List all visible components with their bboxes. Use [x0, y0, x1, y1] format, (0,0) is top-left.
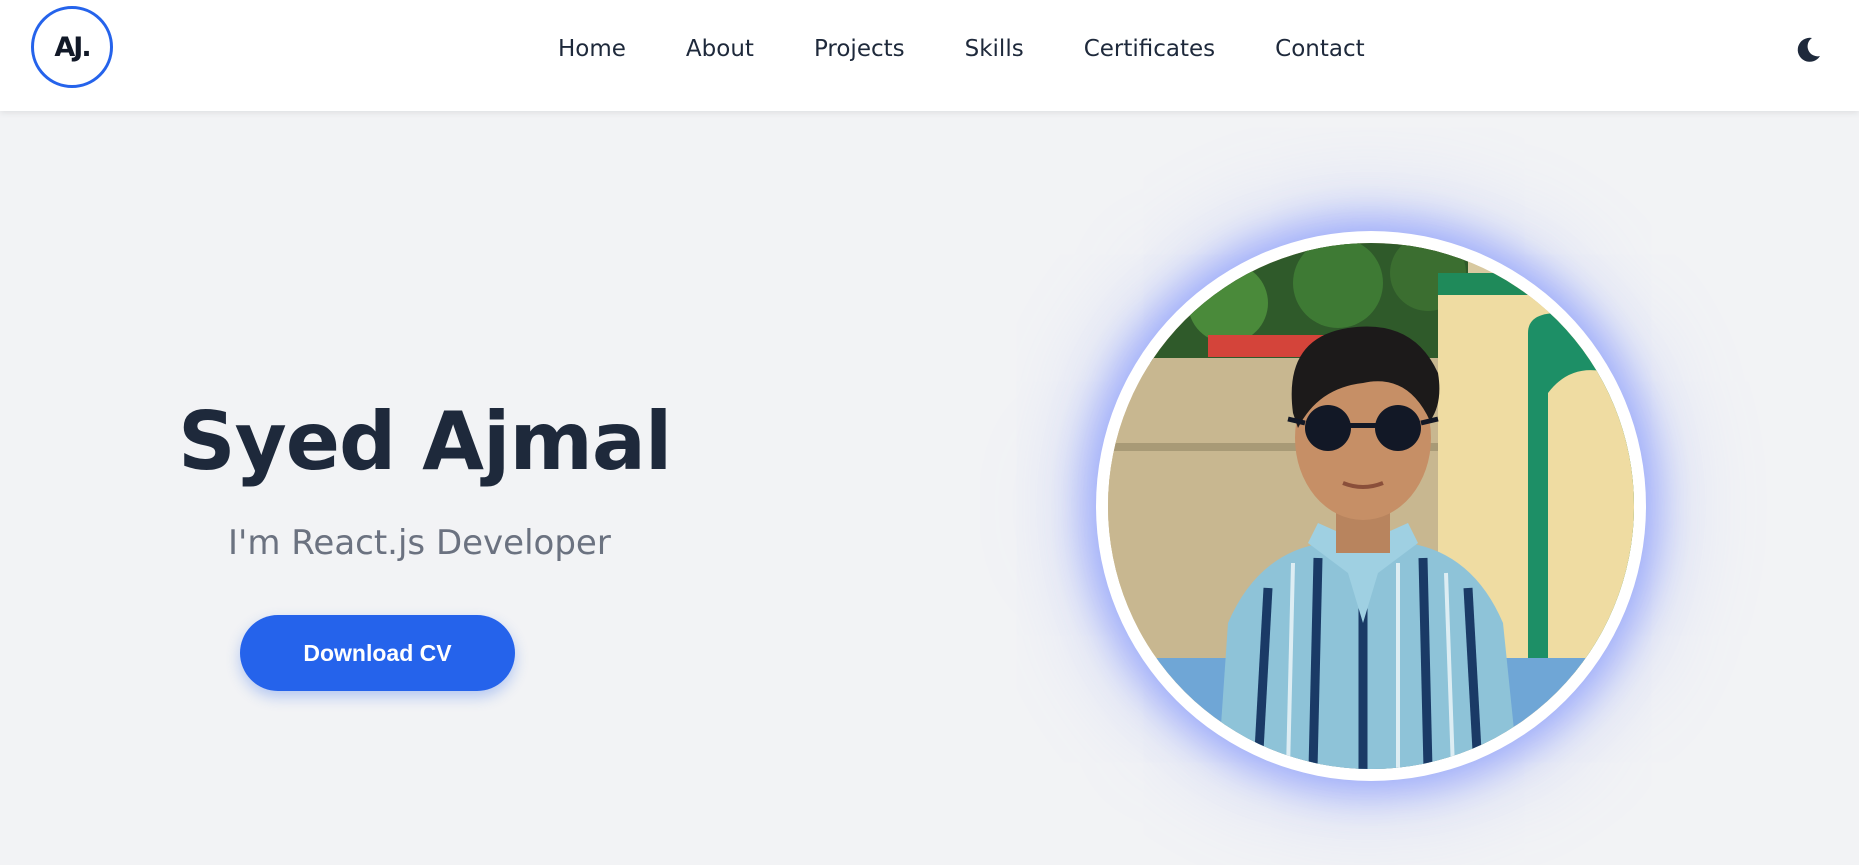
profile-photo [1108, 243, 1634, 769]
download-cv-button[interactable]: Download CV [240, 615, 515, 691]
nav-link-skills[interactable]: Skills [965, 36, 1024, 62]
nav-link-certificates[interactable]: Certificates [1084, 36, 1215, 62]
logo-text: AJ. [54, 31, 91, 63]
navbar: AJ. Home About Projects Skills Certifica… [0, 0, 1859, 111]
nav-link-home[interactable]: Home [558, 36, 626, 62]
nav-links: Home About Projects Skills Certificates … [558, 36, 1365, 62]
nav-link-contact[interactable]: Contact [1275, 36, 1364, 62]
profile-photo-frame [1096, 231, 1646, 781]
nav-link-about[interactable]: About [686, 36, 754, 62]
theme-toggle-button[interactable] [1792, 34, 1824, 66]
nav-link-projects[interactable]: Projects [814, 36, 905, 62]
hero-name: Syed Ajmal [178, 395, 672, 488]
hero-intro: Syed Ajmal I'm React.js Developer [178, 395, 672, 563]
moon-icon [1797, 37, 1820, 62]
logo[interactable]: AJ. [31, 6, 113, 88]
profile-photo-illustration [1108, 243, 1634, 769]
hero-role: I'm React.js Developer [228, 523, 611, 563]
